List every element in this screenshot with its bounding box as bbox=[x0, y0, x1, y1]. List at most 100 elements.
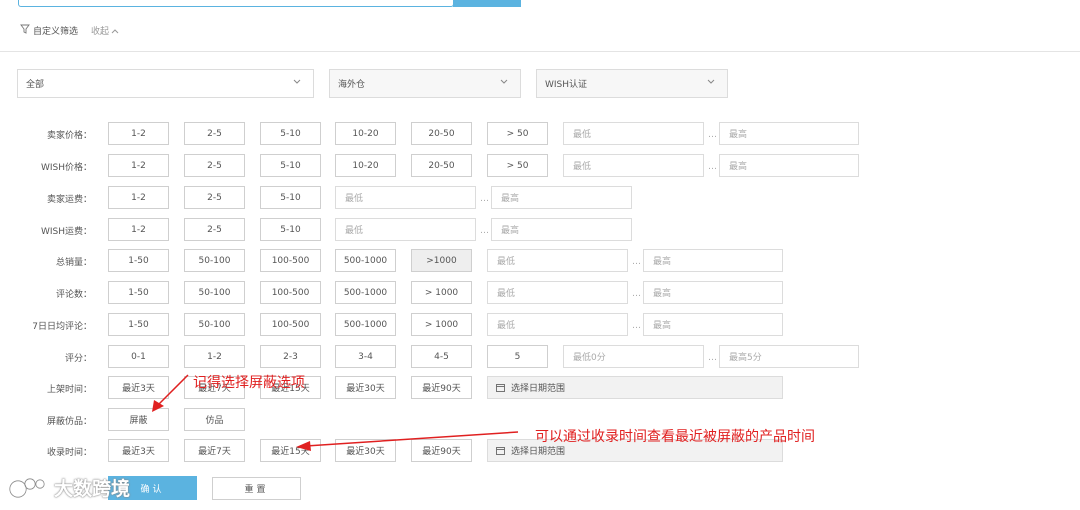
row-label-7day-avg-reviews: 7日日均评论： bbox=[32, 322, 92, 332]
range-separator: … bbox=[480, 194, 489, 204]
seller-price-option[interactable]: 20-50 bbox=[411, 122, 472, 145]
category-select-value: 全部 bbox=[26, 80, 45, 90]
row-label-listing-time: 上架时间： bbox=[46, 385, 92, 395]
row-label-seller-shipping: 卖家运费： bbox=[46, 195, 92, 205]
total-sales-option[interactable]: 50-100 bbox=[184, 249, 245, 272]
review-count-option[interactable]: 50-100 bbox=[184, 281, 245, 304]
custom-filter-label: 自定义筛选 bbox=[33, 27, 79, 37]
reset-button[interactable]: 重置 bbox=[212, 477, 301, 500]
seller-shipping-min-input[interactable]: 最低 bbox=[335, 186, 476, 209]
custom-filter-toggle[interactable]: 自定义筛选 收起 bbox=[20, 24, 119, 37]
indexed-time-option[interactable]: 最近15天 bbox=[260, 439, 321, 462]
search-button[interactable] bbox=[453, 0, 521, 7]
seller-price-option[interactable]: 1-2 bbox=[108, 122, 169, 145]
seller-shipping-option[interactable]: 1-2 bbox=[108, 186, 169, 209]
rating-option[interactable]: 1-2 bbox=[184, 345, 245, 368]
wish-price-option[interactable]: > 50 bbox=[487, 154, 548, 177]
review-count-option[interactable]: 1-50 bbox=[108, 281, 169, 304]
review-count-option[interactable]: > 1000 bbox=[411, 281, 472, 304]
collapse-button[interactable]: 收起 bbox=[91, 24, 119, 37]
wish-price-option[interactable]: 20-50 bbox=[411, 154, 472, 177]
seller-shipping-max-input[interactable]: 最高 bbox=[491, 186, 632, 209]
block-counterfeit-option[interactable]: 屏蔽 bbox=[108, 408, 169, 431]
total-sales-option-selected[interactable]: >1000 bbox=[411, 249, 472, 272]
annotation-indexed-time-hint: 可以通过收录时间查看最近被屏蔽的产品时间 bbox=[535, 429, 815, 445]
indexed-time-option[interactable]: 最近7天 bbox=[184, 439, 245, 462]
row-label-wish-price: WISH价格： bbox=[40, 163, 92, 173]
seller-price-option[interactable]: 10-20 bbox=[335, 122, 396, 145]
search-input[interactable] bbox=[18, 0, 454, 7]
rating-max-input[interactable]: 最高5分 bbox=[719, 345, 859, 368]
warehouse-select[interactable]: 海外仓 bbox=[329, 69, 521, 98]
seller-shipping-option[interactable]: 2-5 bbox=[184, 186, 245, 209]
range-separator: … bbox=[708, 353, 717, 363]
wish-price-min-input[interactable]: 最低 bbox=[563, 154, 704, 177]
7day-avg-reviews-max-input[interactable]: 最高 bbox=[643, 313, 783, 336]
category-select[interactable]: 全部 bbox=[17, 69, 314, 98]
review-count-max-input[interactable]: 最高 bbox=[643, 281, 783, 304]
indexed-time-option[interactable]: 最近30天 bbox=[335, 439, 396, 462]
rating-option[interactable]: 2-3 bbox=[260, 345, 321, 368]
range-separator: … bbox=[632, 257, 641, 267]
7day-avg-reviews-option[interactable]: 100-500 bbox=[260, 313, 321, 336]
wish-shipping-min-input[interactable]: 最低 bbox=[335, 218, 476, 241]
indexed-time-option[interactable]: 最近3天 bbox=[108, 439, 169, 462]
divider bbox=[0, 51, 1080, 52]
seller-price-max-input[interactable]: 最高 bbox=[719, 122, 859, 145]
total-sales-max-input[interactable]: 最高 bbox=[643, 249, 783, 272]
rating-option[interactable]: 3-4 bbox=[335, 345, 396, 368]
total-sales-min-input[interactable]: 最低 bbox=[487, 249, 628, 272]
7day-avg-reviews-min-input[interactable]: 最低 bbox=[487, 313, 628, 336]
wish-price-option[interactable]: 1-2 bbox=[108, 154, 169, 177]
wish-shipping-option[interactable]: 2-5 bbox=[184, 218, 245, 241]
rating-option[interactable]: 4-5 bbox=[411, 345, 472, 368]
seller-price-option[interactable]: > 50 bbox=[487, 122, 548, 145]
counterfeit-option[interactable]: 仿品 bbox=[184, 408, 245, 431]
chevron-down-icon bbox=[500, 79, 508, 84]
watermark: 大数跨境 bbox=[8, 474, 130, 501]
7day-avg-reviews-option[interactable]: 1-50 bbox=[108, 313, 169, 336]
rating-option[interactable]: 5 bbox=[487, 345, 548, 368]
total-sales-option[interactable]: 1-50 bbox=[108, 249, 169, 272]
seller-price-option[interactable]: 5-10 bbox=[260, 122, 321, 145]
row-label-wish-shipping: WISH运费： bbox=[40, 227, 92, 237]
annotation-block-hint: 记得选择屏蔽选项 bbox=[193, 375, 305, 391]
wish-price-option[interactable]: 5-10 bbox=[260, 154, 321, 177]
range-separator: … bbox=[632, 289, 641, 299]
range-separator: … bbox=[708, 130, 717, 140]
range-separator: … bbox=[632, 321, 641, 331]
review-count-option[interactable]: 500-1000 bbox=[335, 281, 396, 304]
total-sales-option[interactable]: 500-1000 bbox=[335, 249, 396, 272]
total-sales-option[interactable]: 100-500 bbox=[260, 249, 321, 272]
filter-icon bbox=[20, 24, 30, 37]
row-label-rating: 评分： bbox=[64, 354, 92, 364]
listing-time-option[interactable]: 最近30天 bbox=[335, 376, 396, 399]
listing-date-range-picker[interactable]: 选择日期范围 bbox=[487, 376, 783, 399]
wish-price-option[interactable]: 10-20 bbox=[335, 154, 396, 177]
7day-avg-reviews-option[interactable]: 500-1000 bbox=[335, 313, 396, 336]
wish-shipping-max-input[interactable]: 最高 bbox=[491, 218, 632, 241]
review-count-option[interactable]: 100-500 bbox=[260, 281, 321, 304]
chevron-up-icon bbox=[111, 28, 119, 33]
wish-price-max-input[interactable]: 最高 bbox=[719, 154, 859, 177]
rating-min-input[interactable]: 最低0分 bbox=[563, 345, 704, 368]
seller-shipping-option[interactable]: 5-10 bbox=[260, 186, 321, 209]
range-separator: … bbox=[480, 226, 489, 236]
wish-shipping-option[interactable]: 1-2 bbox=[108, 218, 169, 241]
warehouse-select-value: 海外仓 bbox=[338, 80, 366, 90]
7day-avg-reviews-option[interactable]: 50-100 bbox=[184, 313, 245, 336]
range-separator: … bbox=[708, 162, 717, 172]
row-label-review-count: 评论数： bbox=[55, 290, 92, 300]
indexed-time-option[interactable]: 最近90天 bbox=[411, 439, 472, 462]
rating-option[interactable]: 0-1 bbox=[108, 345, 169, 368]
seller-price-min-input[interactable]: 最低 bbox=[563, 122, 704, 145]
seller-price-option[interactable]: 2-5 bbox=[184, 122, 245, 145]
wish-shipping-option[interactable]: 5-10 bbox=[260, 218, 321, 241]
listing-time-option[interactable]: 最近3天 bbox=[108, 376, 169, 399]
wish-price-option[interactable]: 2-5 bbox=[184, 154, 245, 177]
review-count-min-input[interactable]: 最低 bbox=[487, 281, 628, 304]
7day-avg-reviews-option[interactable]: > 1000 bbox=[411, 313, 472, 336]
listing-time-option[interactable]: 最近90天 bbox=[411, 376, 472, 399]
certification-select[interactable]: WISH认证 bbox=[536, 69, 728, 98]
chevron-down-icon bbox=[707, 79, 715, 84]
